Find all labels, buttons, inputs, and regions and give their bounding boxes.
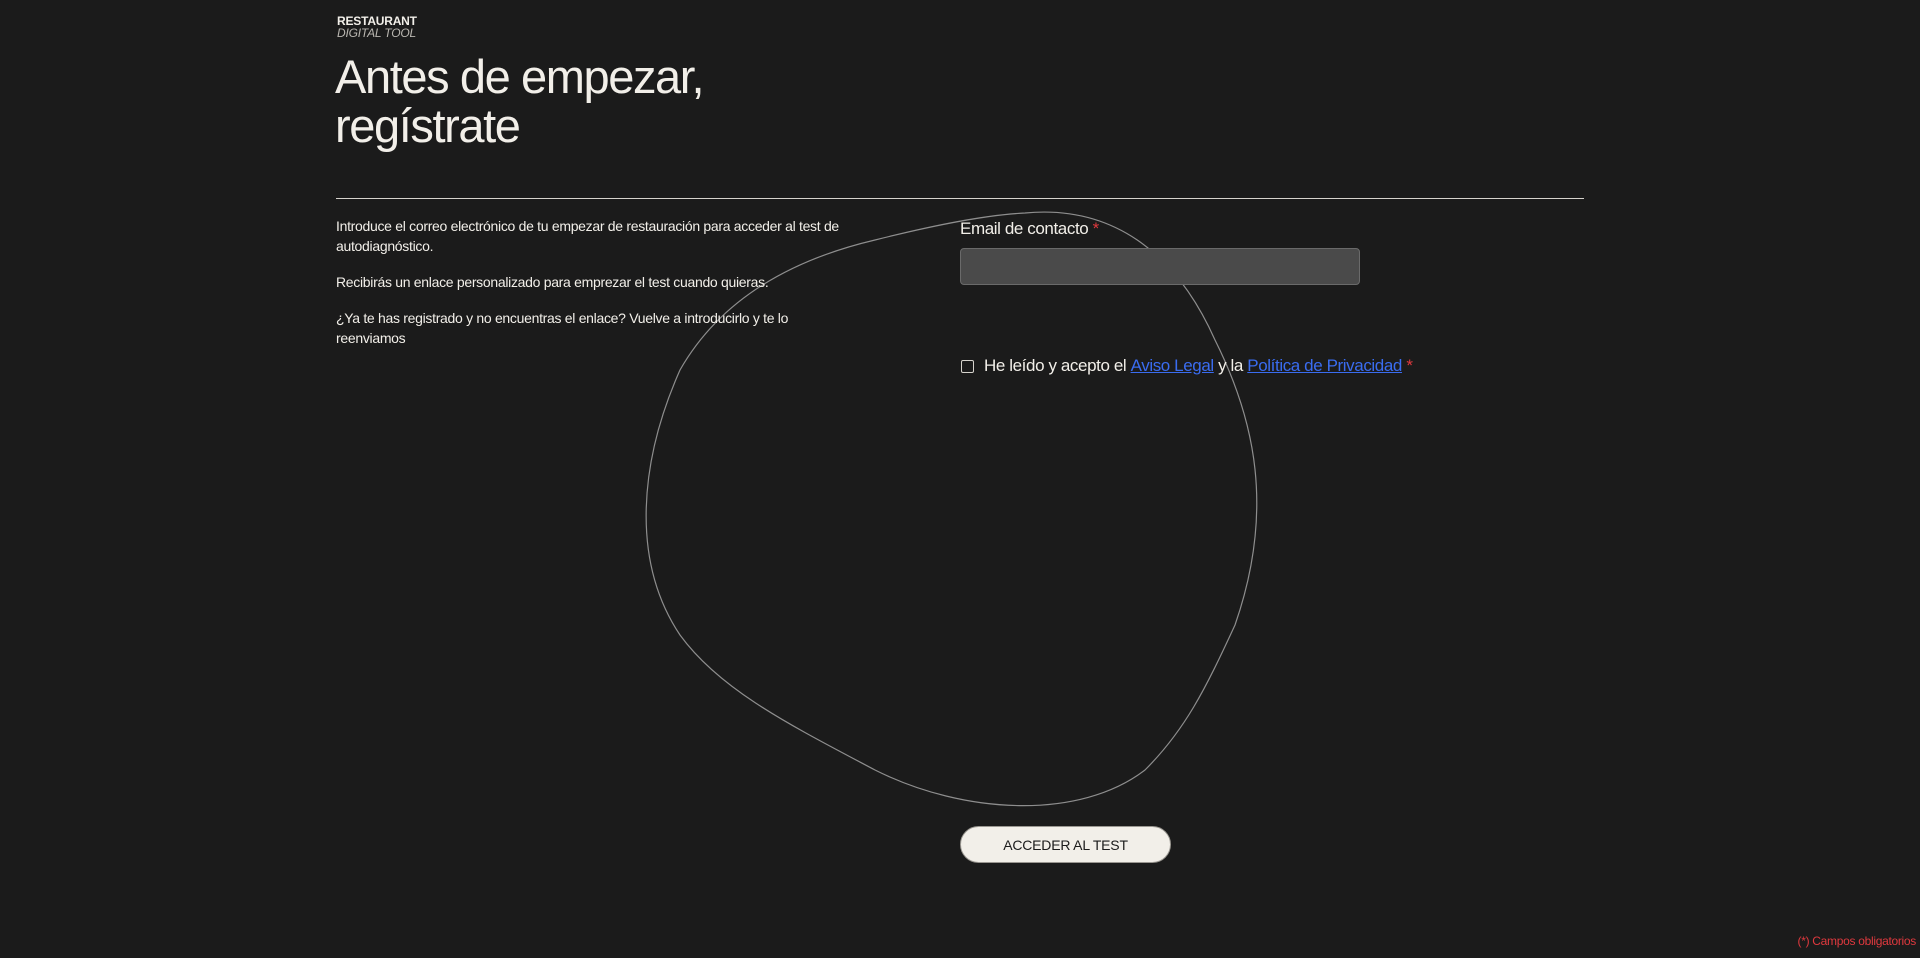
decorative-blob-outline xyxy=(645,211,1258,807)
page-title-line-2: regístrate xyxy=(335,99,521,152)
email-label-text: Email de contacto xyxy=(960,219,1089,238)
page-title: Antes de empezar, regístrate xyxy=(335,50,705,152)
privacy-policy-link[interactable]: Política de Privacidad xyxy=(1247,356,1402,376)
email-input[interactable] xyxy=(960,248,1360,285)
section-divider xyxy=(336,198,1584,199)
logo-line-digital-tool: DIGITAL TOOL xyxy=(337,26,416,40)
consent-prefix-text: He leído y acepto el xyxy=(984,356,1127,375)
intro-paragraph-email: Introduce el correo electrónico de tu em… xyxy=(336,218,839,254)
email-field-label: Email de contacto * xyxy=(960,219,1360,239)
legal-notice-link[interactable]: Aviso Legal xyxy=(1131,356,1215,376)
intro-text: Introduce el correo electrónico de tu em… xyxy=(336,216,856,364)
page-title-line-1: Antes de empezar, xyxy=(335,50,705,103)
required-fields-note: (*) Campos obligatorios xyxy=(1797,934,1917,948)
intro-paragraph-resend: ¿Ya te has registrado y no encuentras el… xyxy=(336,310,789,346)
email-required-mark: * xyxy=(1092,219,1100,238)
brand-logo[interactable]: RESTAURANT DIGITAL TOOL xyxy=(337,15,417,39)
intro-paragraph-link: Recibirás un enlace personalizado para e… xyxy=(336,274,769,290)
access-test-button[interactable]: ACCEDER AL TEST xyxy=(960,826,1171,863)
consent-joiner-text: y la xyxy=(1218,356,1243,375)
registration-page: RESTAURANT DIGITAL TOOL Antes de empezar… xyxy=(0,0,1920,958)
consent-checkbox[interactable] xyxy=(961,359,974,373)
consent-row: He leído y acepto el Aviso Legal y la Po… xyxy=(960,356,1413,376)
consent-required-mark: * xyxy=(1406,356,1413,375)
